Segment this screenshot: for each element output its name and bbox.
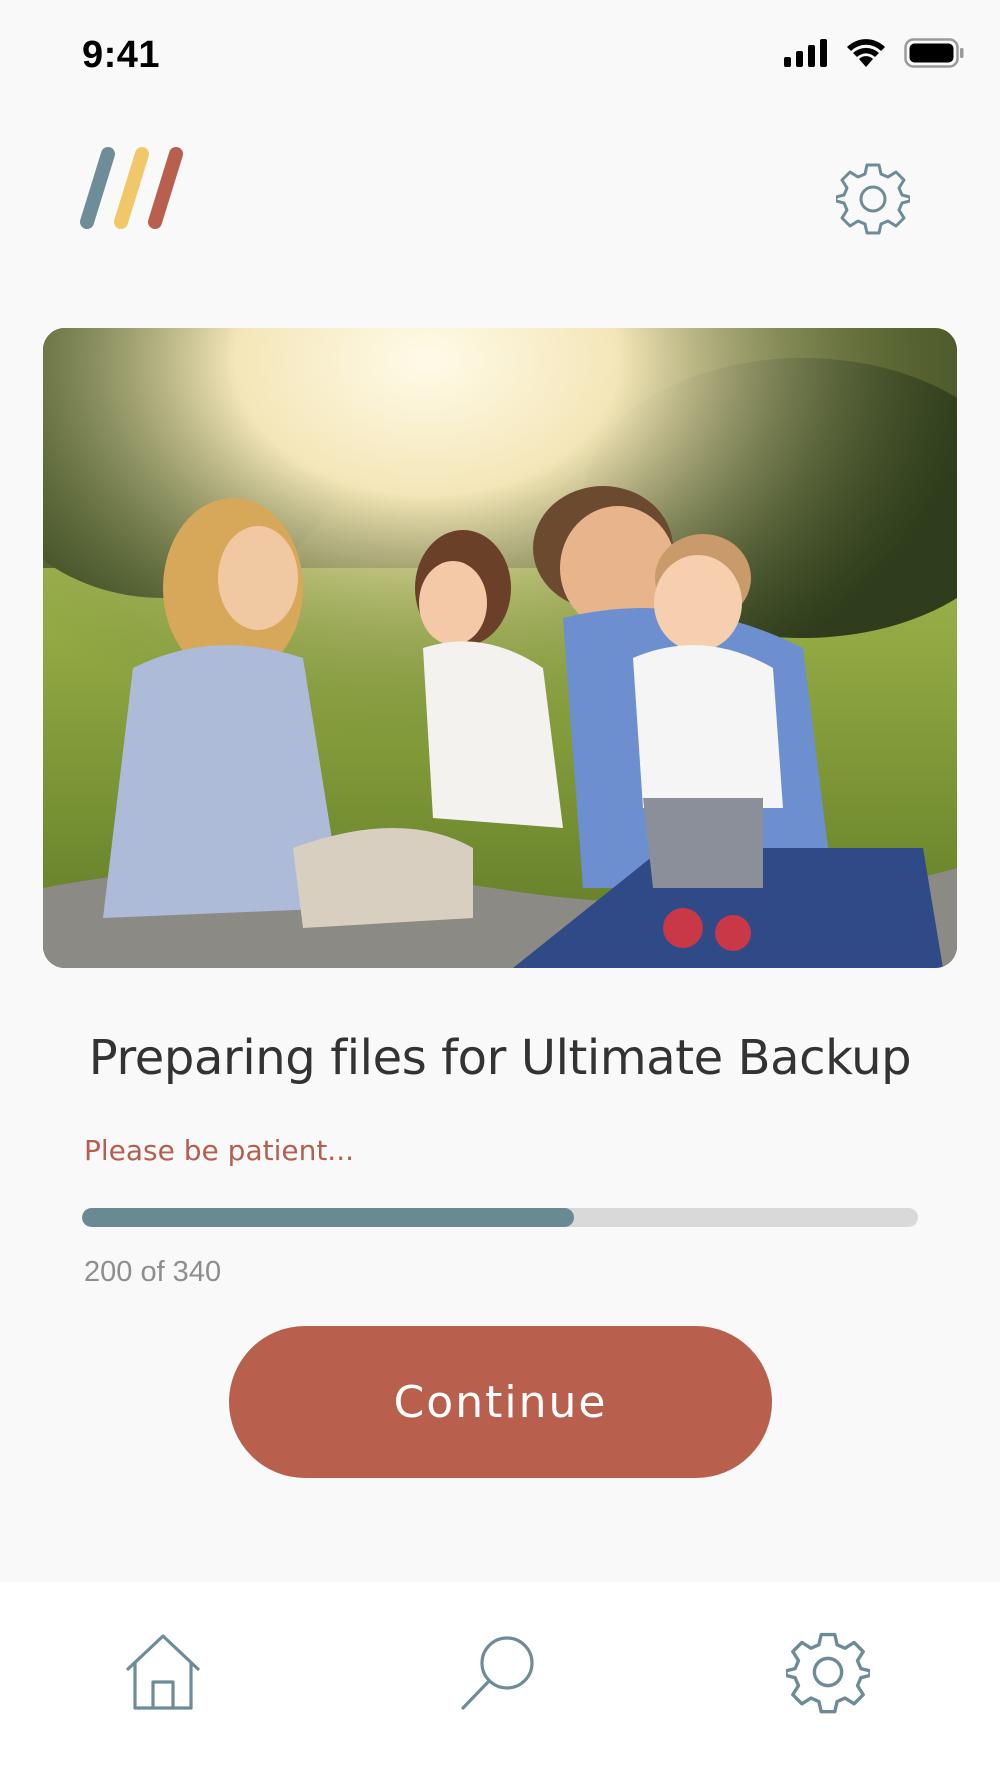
nav-search-button[interactable] xyxy=(457,1630,541,1714)
status-icons xyxy=(784,38,964,68)
bottom-navigation xyxy=(0,1582,1000,1778)
progress-bar-fill xyxy=(82,1208,574,1227)
search-icon xyxy=(457,1630,541,1714)
status-message: Please be patient... xyxy=(84,1134,355,1167)
status-bar: 9:41 xyxy=(0,0,1000,110)
home-icon xyxy=(121,1630,205,1714)
family-photo xyxy=(43,328,957,968)
nav-home-button[interactable] xyxy=(121,1630,205,1714)
backup-preparing-screen: 9:41 Preparing files for Ultimate Backup… xyxy=(0,0,1000,1778)
status-time: 9:41 xyxy=(82,34,161,76)
wifi-icon xyxy=(846,38,886,68)
app-logo xyxy=(78,144,196,232)
cellular-signal-icon xyxy=(784,39,828,67)
progress-bar xyxy=(82,1208,918,1227)
progress-count: 200 of 340 xyxy=(84,1256,222,1288)
header-settings-button[interactable] xyxy=(834,162,912,236)
page-title: Preparing files for Ultimate Backup xyxy=(88,1030,912,1086)
gear-icon xyxy=(786,1630,870,1714)
battery-icon xyxy=(904,38,964,68)
gear-icon xyxy=(834,163,912,240)
continue-button[interactable]: Continue xyxy=(229,1326,772,1478)
nav-settings-button[interactable] xyxy=(786,1630,870,1714)
